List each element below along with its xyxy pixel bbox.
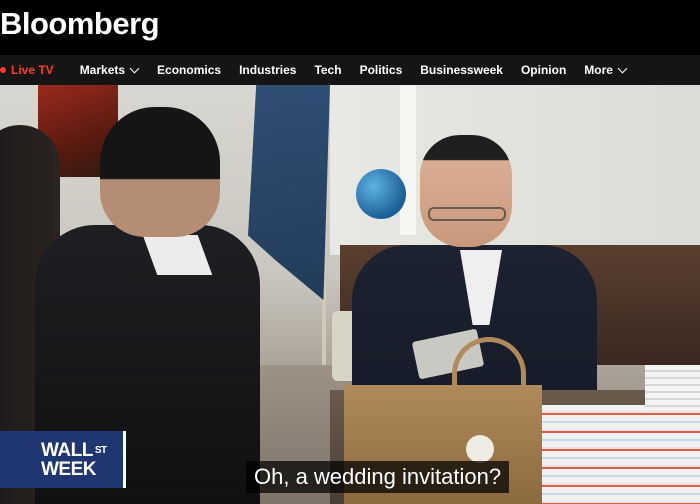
show-badge: WALL ST WEEK	[0, 431, 126, 488]
scene-glasses	[428, 207, 506, 221]
main-nav: Live TV Markets Economics Industries Tec…	[0, 55, 700, 85]
nav-label: Tech	[314, 63, 342, 77]
nav-live-tv[interactable]: Live TV	[0, 63, 54, 77]
nav-economics[interactable]: Economics	[157, 63, 221, 77]
nav-label: Markets	[79, 63, 126, 77]
nav-markets[interactable]: Markets	[79, 63, 140, 77]
scene-papers-stack	[645, 365, 700, 410]
scene-papers	[540, 405, 700, 504]
scene-globe	[356, 169, 406, 219]
scene-flag	[248, 85, 330, 300]
bloomberg-logo[interactable]: Bloomberg	[0, 6, 160, 42]
show-badge-word-week: WEEK	[41, 458, 97, 480]
nav-label: Economics	[157, 63, 222, 77]
nav-tech[interactable]: Tech	[314, 63, 341, 77]
video-subtitle: Oh, a wedding invitation?	[246, 461, 510, 493]
show-badge-st: ST	[94, 444, 107, 456]
nav-label: Businessweek	[420, 63, 503, 77]
top-bar: Bloomberg	[0, 0, 700, 55]
chevron-down-icon	[129, 63, 140, 73]
nav-businessweek[interactable]: Businessweek	[420, 63, 503, 77]
chevron-down-icon	[617, 63, 628, 73]
nav-opinion[interactable]: Opinion	[521, 63, 566, 77]
show-badge-line1: WALL ST	[41, 441, 123, 460]
nav-label: Industries	[239, 63, 297, 77]
subtitle-text: Oh, a wedding invitation?	[254, 464, 502, 489]
nav-label: Politics	[359, 63, 403, 77]
scene-person-right-head	[420, 135, 512, 247]
nav-more[interactable]: More	[584, 63, 628, 77]
scene-person-mid-head	[100, 107, 220, 237]
nav-label: More	[584, 63, 613, 77]
scene-window	[400, 85, 416, 235]
show-badge-word-wall: WALL	[41, 439, 93, 461]
nav-live-label: Live TV	[11, 63, 54, 77]
nav-politics[interactable]: Politics	[360, 63, 403, 77]
nav-label: Opinion	[520, 63, 567, 77]
live-dot-icon	[0, 67, 6, 73]
nav-industries[interactable]: Industries	[239, 63, 296, 77]
scene-bag-seal	[466, 435, 494, 463]
